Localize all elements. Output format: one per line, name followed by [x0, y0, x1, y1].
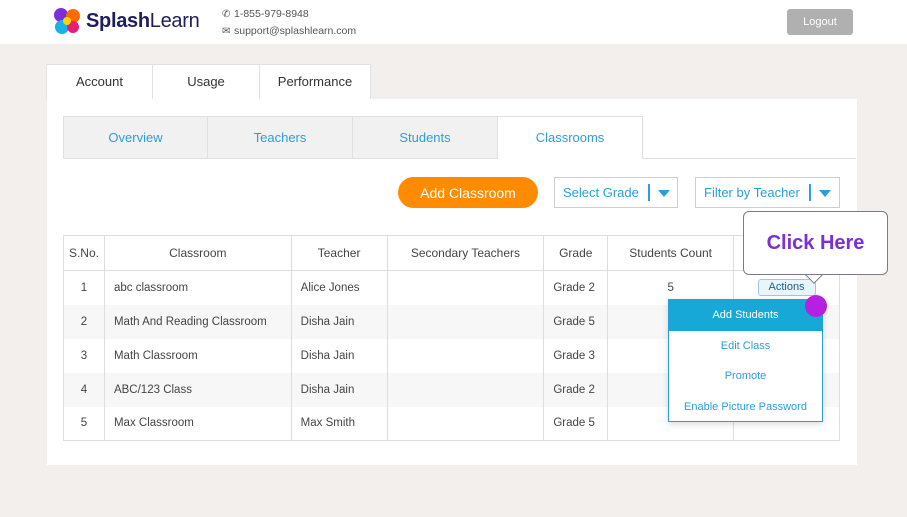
- cell-teacher: Max Smith: [290, 406, 388, 441]
- cell-secondary: [386, 270, 545, 305]
- top-tabs: Account Usage Performance: [46, 64, 371, 100]
- chevron-down-icon: [819, 190, 831, 197]
- cell-teacher: Disha Jain: [290, 338, 388, 373]
- contact-info: ✆ 1-855-979-8948 ✉ support@splashlearn.com: [222, 6, 356, 40]
- tab-divider: [643, 158, 856, 159]
- select-grade-label: Select Grade: [563, 185, 639, 200]
- select-divider: [809, 184, 811, 201]
- cell-classroom: ABC/123 Class: [103, 372, 292, 407]
- tab-account[interactable]: Account: [46, 64, 153, 100]
- cell-classroom: Math Classroom: [103, 338, 292, 373]
- brand-name-thin: Learn: [149, 10, 200, 32]
- cell-classroom: abc classroom: [103, 270, 292, 305]
- cell-grade: Grade 5: [543, 406, 609, 441]
- select-grade-dropdown[interactable]: Select Grade: [554, 177, 678, 208]
- menu-item-promote[interactable]: Promote: [669, 361, 822, 392]
- header-secondary-teachers: Secondary Teachers: [386, 235, 545, 271]
- logout-button[interactable]: Logout: [787, 9, 853, 35]
- tab-performance[interactable]: Performance: [260, 64, 371, 100]
- tab-classrooms[interactable]: Classrooms: [498, 116, 643, 159]
- cell-teacher: Disha Jain: [290, 372, 388, 407]
- cell-teacher: Alice Jones: [290, 270, 388, 305]
- splashlearn-logo-icon: [54, 8, 80, 34]
- add-classroom-button[interactable]: Add Classroom: [398, 177, 538, 208]
- tab-overview[interactable]: Overview: [63, 116, 208, 159]
- header-students-count: Students Count: [607, 235, 735, 271]
- cell-secondary: [386, 338, 545, 373]
- actions-dropdown-menu: Add Students Edit Class Promote Enable P…: [668, 299, 823, 422]
- header-grade: Grade: [543, 235, 609, 271]
- header-classroom: Classroom: [103, 235, 292, 271]
- cell-grade: Grade 3: [543, 338, 609, 373]
- header-sno: S.No.: [63, 235, 105, 271]
- actions-button[interactable]: Actions: [757, 279, 816, 297]
- chevron-down-icon: [658, 190, 670, 197]
- brand-name-bold: Splash: [86, 10, 150, 32]
- splashlearn-logo[interactable]: SplashLearn: [52, 6, 212, 36]
- cell-classroom: Max Classroom: [103, 406, 292, 441]
- cell-sno: 1: [63, 270, 105, 305]
- mail-icon: ✉: [222, 26, 231, 37]
- tab-usage[interactable]: Usage: [153, 64, 260, 100]
- click-here-tooltip: Click Here: [743, 211, 888, 275]
- brand-name: SplashLearn: [86, 10, 200, 33]
- menu-item-add-students[interactable]: Add Students: [669, 300, 822, 331]
- sub-tabs: Overview Teachers Students Classrooms: [63, 116, 643, 159]
- cell-secondary: [386, 372, 545, 407]
- filter-teacher-label: Filter by Teacher: [704, 185, 800, 200]
- phone-icon: ✆: [222, 9, 231, 20]
- select-divider: [648, 184, 650, 201]
- phone-number: 1-855-979-8948: [234, 8, 309, 20]
- tab-teachers[interactable]: Teachers: [208, 116, 353, 159]
- cell-sno: 2: [63, 304, 105, 339]
- cell-teacher: Disha Jain: [290, 304, 388, 339]
- table-header-row: S.No. Classroom Teacher Secondary Teache…: [63, 235, 840, 271]
- menu-item-enable-picture-password[interactable]: Enable Picture Password: [669, 392, 822, 423]
- cell-secondary: [386, 406, 545, 441]
- cell-sno: 3: [63, 338, 105, 373]
- header-teacher: Teacher: [290, 235, 388, 271]
- filter-teacher-dropdown[interactable]: Filter by Teacher: [695, 177, 840, 208]
- support-email[interactable]: support@splashlearn.com: [234, 25, 356, 37]
- click-indicator-dot: [805, 295, 827, 317]
- menu-item-edit-class[interactable]: Edit Class: [669, 331, 822, 362]
- cell-sno: 5: [63, 406, 105, 441]
- app-header: SplashLearn ✆ 1-855-979-8948 ✉ support@spl…: [0, 0, 907, 44]
- cell-grade: Grade 2: [543, 372, 609, 407]
- cell-sno: 4: [63, 372, 105, 407]
- cell-grade: Grade 2: [543, 270, 609, 305]
- cell-grade: Grade 5: [543, 304, 609, 339]
- cell-classroom: Math And Reading Classroom: [103, 304, 292, 339]
- tab-students[interactable]: Students: [353, 116, 498, 159]
- cell-secondary: [386, 304, 545, 339]
